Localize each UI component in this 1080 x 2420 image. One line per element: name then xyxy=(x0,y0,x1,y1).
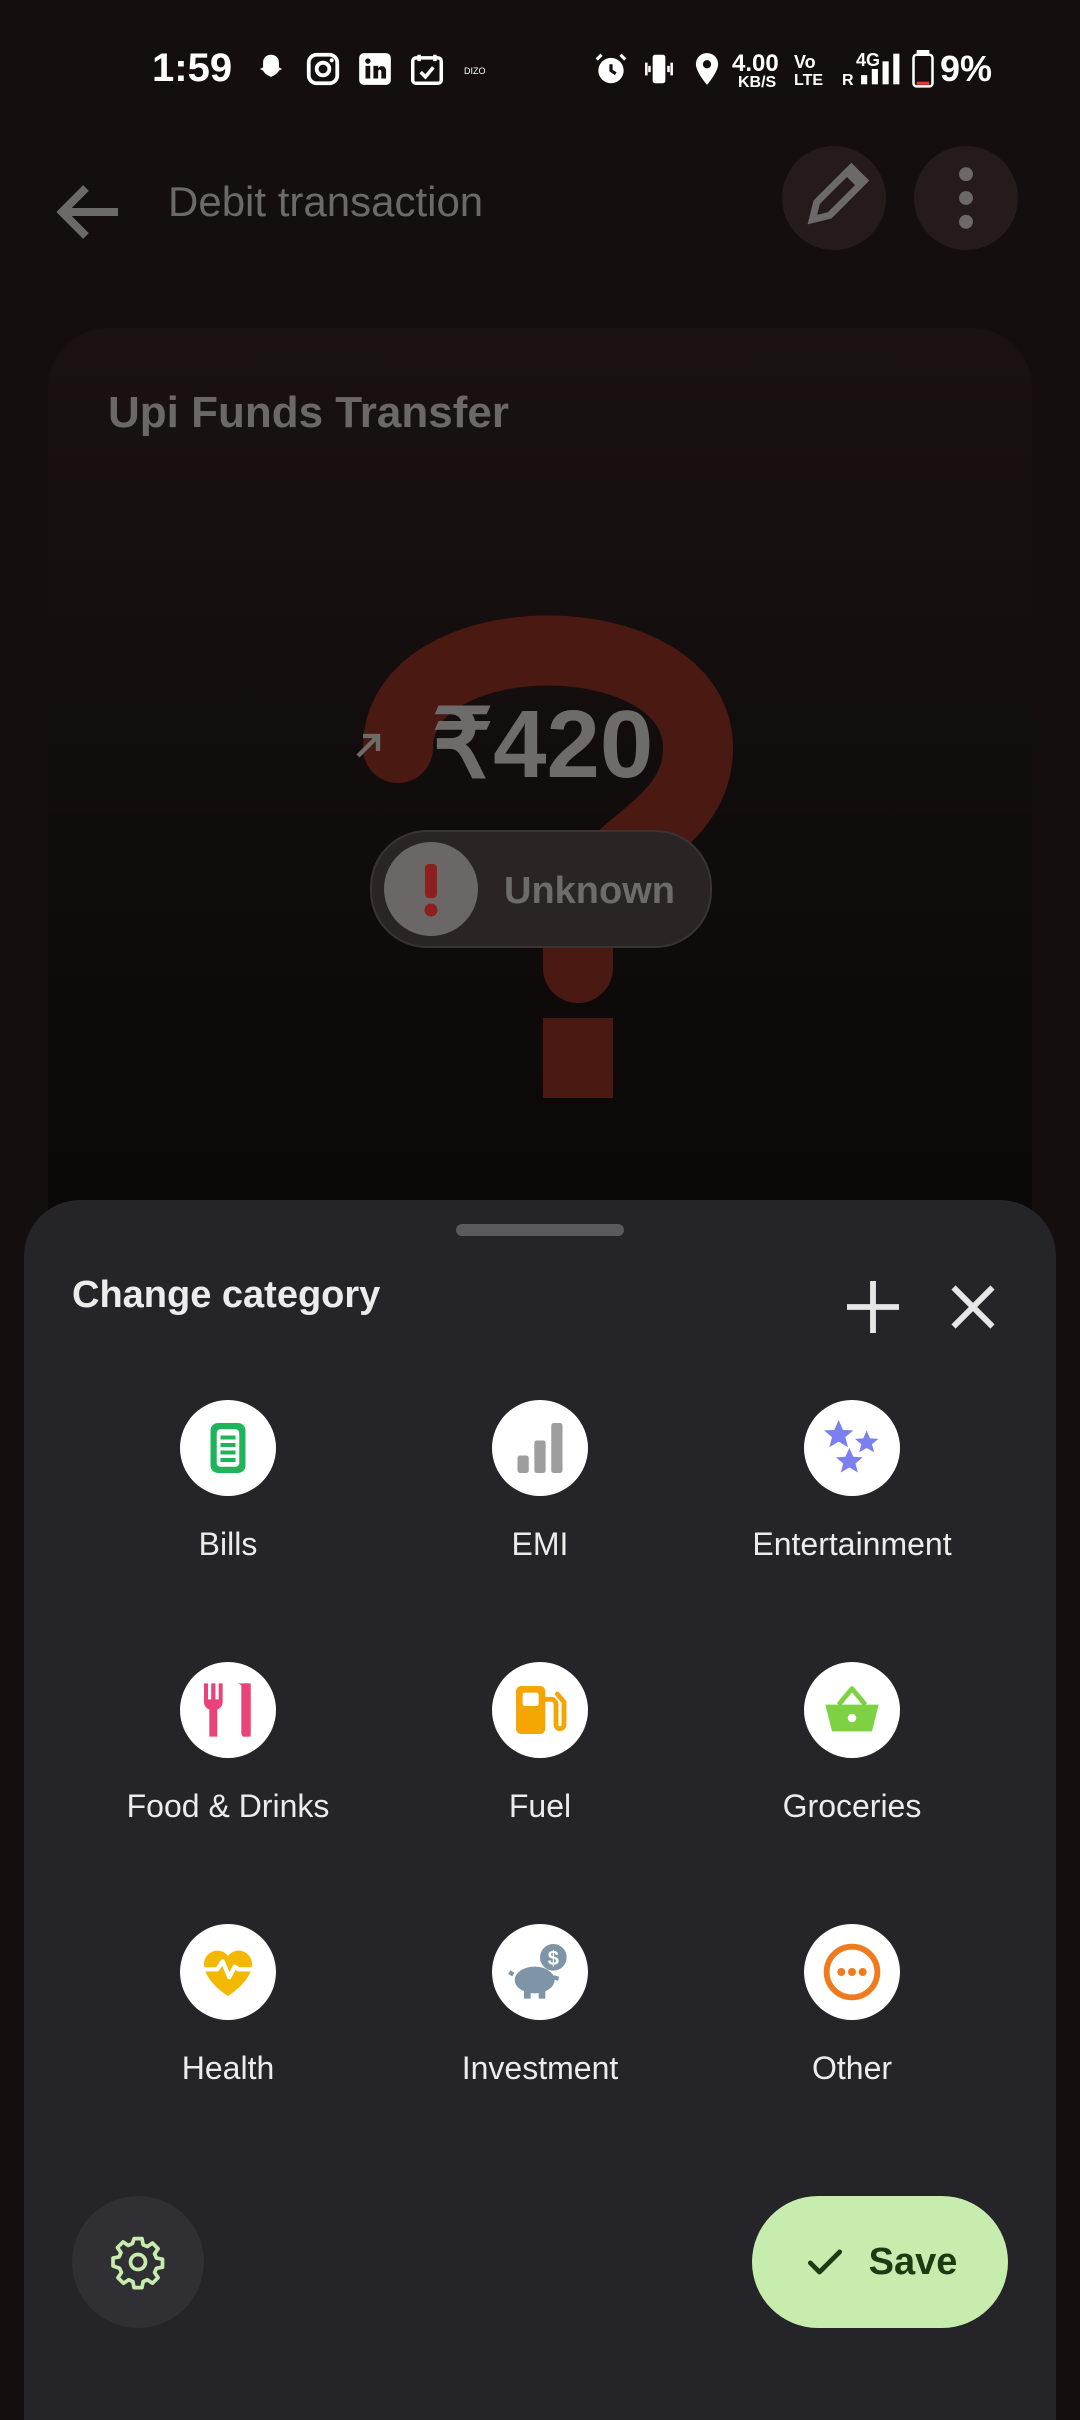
category-label: Groceries xyxy=(782,1788,922,1824)
transaction-amount: ₹420 xyxy=(432,691,654,798)
snapchat-icon xyxy=(259,54,283,77)
groceries-icon xyxy=(804,1662,900,1758)
battery-icon xyxy=(912,50,934,88)
network-sub-label: R xyxy=(842,72,854,89)
gear-icon xyxy=(111,2236,165,2290)
signal-icon xyxy=(861,53,900,85)
settings-button[interactable] xyxy=(72,2196,204,2328)
more-vertical-icon xyxy=(959,167,973,229)
emi-icon xyxy=(492,1400,588,1496)
top-app-bar: Debit transaction xyxy=(0,140,1080,260)
category-bills[interactable]: Bills xyxy=(58,1400,398,1620)
category-investment[interactable]: $ Investment xyxy=(370,1924,710,2144)
volte-sub-label: LTE xyxy=(794,72,824,89)
close-button[interactable] xyxy=(934,1268,1012,1346)
instagram-icon xyxy=(306,52,340,86)
calendar-check-icon xyxy=(411,54,443,85)
status-bar: 1:59 DIZO 4.00 KB/S Vo LTE 4G R 9% xyxy=(0,0,1080,140)
category-label: Investment xyxy=(461,2050,619,2086)
fuel-icon xyxy=(492,1662,588,1758)
category-label: Bills xyxy=(198,1526,258,1562)
health-icon xyxy=(180,1924,276,2020)
category-emi[interactable]: EMI xyxy=(370,1400,710,1620)
save-button-label: Save xyxy=(868,2240,958,2283)
alarm-icon xyxy=(595,53,627,84)
dizo-icon: DIZO xyxy=(464,66,486,76)
page-title: Debit transaction xyxy=(168,178,484,225)
close-icon xyxy=(951,1285,995,1329)
category-other[interactable]: Other xyxy=(682,1924,1022,2144)
volte-label: Vo xyxy=(794,52,816,72)
transaction-title: Upi Funds Transfer xyxy=(108,388,509,437)
alert-icon xyxy=(384,842,478,936)
net-speed-unit: KB/S xyxy=(738,74,777,91)
category-entertainment[interactable]: Entertainment xyxy=(682,1400,1022,1620)
more-options-button[interactable] xyxy=(914,146,1018,250)
back-button[interactable] xyxy=(42,164,138,260)
category-fuel[interactable]: Fuel xyxy=(370,1662,710,1882)
food-drinks-icon xyxy=(180,1662,276,1758)
vibrate-icon xyxy=(645,54,673,84)
plus-icon xyxy=(847,1281,899,1333)
svg-text:$: $ xyxy=(548,1948,559,1970)
svg-text:DIZO: DIZO xyxy=(464,66,486,76)
entertainment-icon xyxy=(804,1400,900,1496)
battery-percent: 9% xyxy=(940,48,993,89)
pencil-icon xyxy=(807,162,870,225)
transaction-card: Upi Funds Transfer ₹420 Unknown xyxy=(48,328,1032,1288)
edit-button[interactable] xyxy=(782,146,886,250)
investment-icon: $ xyxy=(492,1924,588,2020)
category-label: Entertainment xyxy=(752,1526,952,1562)
category-label: Food & Drinks xyxy=(126,1788,330,1824)
category-chip-label: Unknown xyxy=(504,870,675,912)
category-groceries[interactable]: Groceries xyxy=(682,1662,1022,1882)
category-label: Health xyxy=(181,2050,275,2086)
bills-icon xyxy=(180,1400,276,1496)
other-icon xyxy=(804,1924,900,2020)
status-time: 1:59 xyxy=(152,46,233,90)
arrow-up-right-icon xyxy=(356,733,381,758)
category-chip[interactable]: Unknown xyxy=(370,830,712,948)
category-health[interactable]: Health xyxy=(58,1924,398,2144)
category-label: EMI xyxy=(511,1526,569,1562)
sheet-title: Change category xyxy=(72,1274,381,1316)
category-food-drinks[interactable]: Food & Drinks xyxy=(58,1662,398,1882)
category-label: Other xyxy=(811,2050,893,2086)
category-label: Fuel xyxy=(508,1788,572,1824)
location-icon xyxy=(695,53,719,85)
drag-handle[interactable] xyxy=(456,1224,624,1236)
save-button[interactable]: Save xyxy=(752,2196,1008,2328)
check-icon xyxy=(807,2249,842,2275)
arrow-left-icon xyxy=(56,185,118,239)
change-category-sheet: Change category Bills EMI Entertainment … xyxy=(24,1200,1056,2420)
linkedin-icon xyxy=(359,53,391,85)
add-category-button[interactable] xyxy=(834,1268,912,1346)
